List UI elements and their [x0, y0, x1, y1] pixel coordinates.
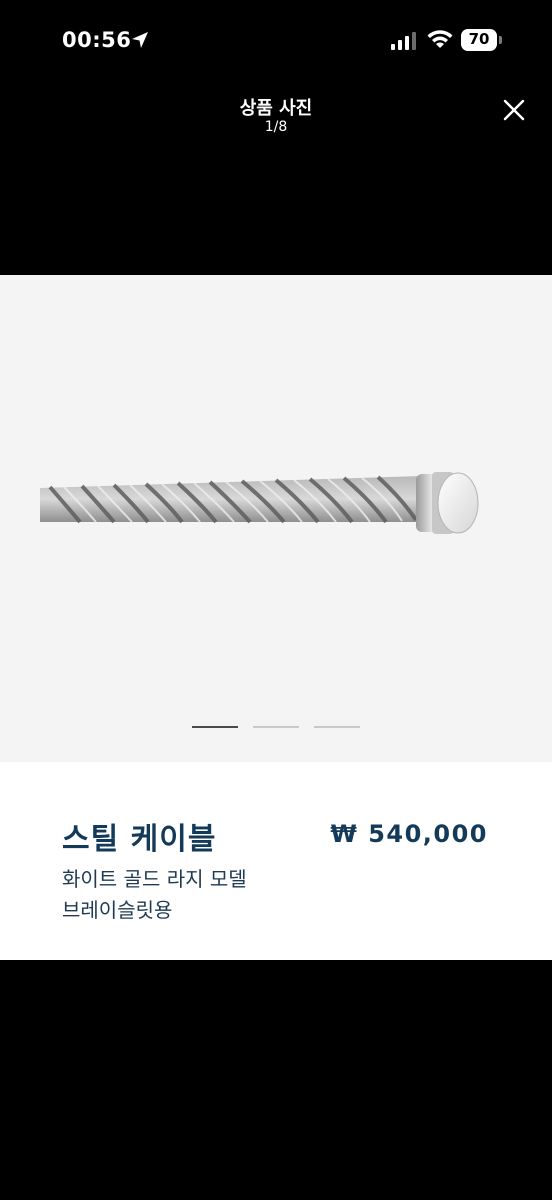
battery-icon: 70 [461, 29, 503, 51]
photo-counter: 1/8 [264, 119, 288, 135]
battery-level: 70 [468, 30, 490, 48]
location-arrow-icon [132, 32, 148, 48]
product-name: 스틸 케이블 [62, 822, 217, 857]
status-bar: 00:56 70 [0, 0, 552, 82]
steel-cable-image [40, 472, 479, 534]
pager-dot-2[interactable] [253, 726, 299, 728]
pager-dot-3[interactable] [314, 726, 360, 728]
gallery-pager [0, 726, 552, 730]
status-time: 00:56 [62, 28, 132, 52]
cellular-signal-icon [391, 32, 416, 50]
product-price: ₩ 540,000 [330, 820, 488, 848]
wifi-icon [427, 30, 453, 48]
page-title: 상품 사진 [239, 98, 313, 119]
product-description: 화이트 골드 라지 모델 브레이슬릿용 [62, 867, 247, 922]
photo-viewer-screen: 00:56 70 상품 사진 1/8 스틸 케이블 ₩ 540,000 화이트 … [0, 0, 552, 1200]
close-icon[interactable] [496, 92, 532, 128]
product-info: 스틸 케이블 ₩ 540,000 화이트 골드 라지 모델 브레이슬릿용 [0, 762, 552, 960]
product-photo-carousel[interactable] [0, 275, 552, 762]
pager-dot-1[interactable] [192, 726, 238, 728]
